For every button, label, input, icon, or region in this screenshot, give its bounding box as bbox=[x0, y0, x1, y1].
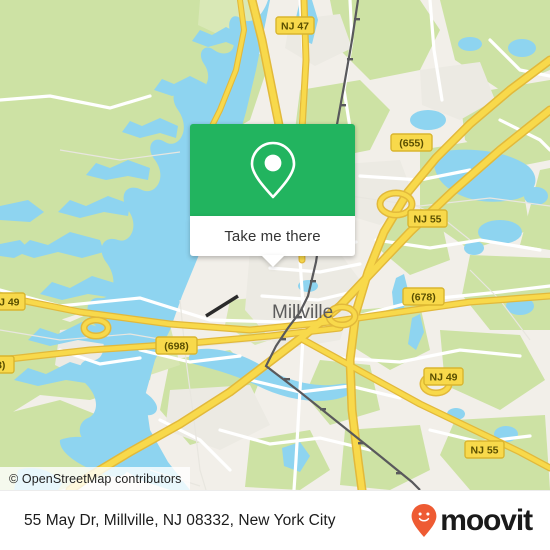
popup-action-area[interactable]: Take me there bbox=[190, 216, 355, 267]
road-shield: (655) bbox=[390, 133, 433, 152]
road-shield: NJ 49 bbox=[0, 292, 26, 311]
moovit-wordmark: moovit bbox=[440, 503, 533, 537]
attribution-text: © OpenStreetMap contributors bbox=[9, 471, 182, 486]
road-shield: NJ 55 bbox=[407, 209, 448, 228]
shield-label: NJ 55 bbox=[470, 445, 498, 457]
road-shield: NJ 49 bbox=[423, 367, 464, 386]
road-shield: (3) bbox=[0, 355, 15, 374]
shield-label: NJ 49 bbox=[429, 372, 457, 384]
popup-tail-pointer bbox=[260, 255, 285, 267]
road-shield: (678) bbox=[402, 287, 445, 306]
shield-label: (698) bbox=[164, 341, 189, 353]
shield-label: (678) bbox=[411, 292, 436, 304]
road-shield: NJ 47 bbox=[275, 16, 315, 35]
road-shield: (698) bbox=[155, 336, 198, 355]
osm-attribution[interactable]: © OpenStreetMap contributors bbox=[0, 467, 190, 490]
moovit-logo[interactable]: moovit bbox=[410, 503, 533, 539]
moovit-smiley-pin-icon bbox=[411, 503, 437, 537]
footer-bar: 55 May Dr, Millville, NJ 08332, New York… bbox=[0, 490, 550, 550]
shield-label: (655) bbox=[399, 138, 424, 150]
road-shield: NJ 55 bbox=[464, 440, 505, 459]
shield-label: NJ 47 bbox=[281, 21, 309, 33]
shield-label: (3) bbox=[0, 360, 5, 372]
address-text: 55 May Dr, Millville, NJ 08332, New York… bbox=[24, 511, 336, 529]
take-me-there-label: Take me there bbox=[224, 227, 321, 245]
map-pin-icon bbox=[250, 141, 295, 199]
popup-header bbox=[190, 124, 355, 216]
map-screenshot: Millville NJ 47 (655) NJ 55 (678) NJ 49 … bbox=[0, 0, 550, 550]
shield-label: NJ 49 bbox=[0, 297, 20, 309]
map-popup-card[interactable]: Take me there bbox=[190, 124, 355, 267]
shield-label: NJ 55 bbox=[413, 214, 441, 226]
city-label: Millville bbox=[272, 302, 333, 323]
